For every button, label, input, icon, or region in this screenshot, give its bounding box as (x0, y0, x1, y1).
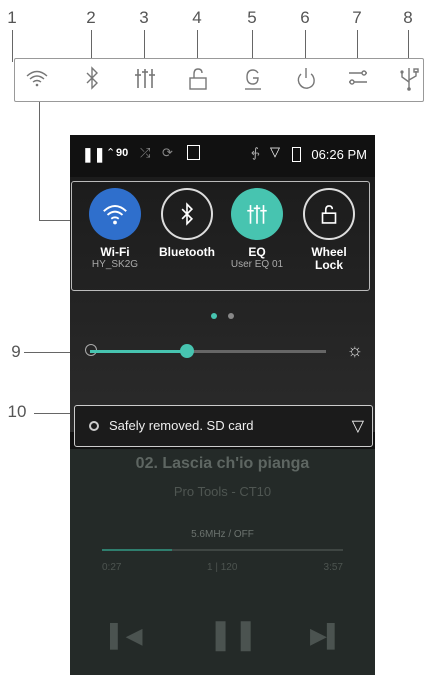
pause-indicator-icon: ❚❚ (82, 146, 106, 162)
quick-setting-label: Bluetooth (159, 245, 215, 259)
quick-setting-bluetooth[interactable]: Bluetooth (157, 188, 217, 259)
eq-icon (129, 62, 161, 94)
notification-text: Safely removed. SD card (109, 418, 254, 433)
wheel-lock-icon (182, 62, 214, 94)
brightness-slider-knob[interactable] (179, 344, 194, 358)
quick-setting-eq[interactable]: EQ User EQ 01 (227, 188, 287, 271)
track-counter: 1 | 120 (207, 562, 238, 573)
track-title: 02. Lascia ch'io pianga (135, 455, 310, 472)
leader-line (39, 100, 40, 220)
total-time: 3:57 (323, 562, 343, 573)
playback-progress-fill (102, 549, 172, 551)
previous-track-icon[interactable]: ▌◀ (110, 623, 143, 649)
device-screen: ❚❚ ⌃ 90 ⤮ ⟳ ⨗ ▽ 06:26 PM Wi-Fi HY_SK2G B… (70, 135, 375, 675)
quick-setting-wheel-lock[interactable]: Wheel Lock (299, 188, 359, 272)
callout-number-7: 7 (352, 8, 362, 27)
usb-icon (393, 62, 425, 94)
sd-card-icon (187, 145, 200, 160)
next-track-icon[interactable]: ▶▌ (310, 623, 343, 649)
wifi-icon (21, 62, 53, 94)
brightness-slider-fill (90, 350, 187, 353)
quick-setting-label: EQ (248, 245, 266, 259)
wifi-status-icon: ▽ (270, 144, 280, 159)
eq-toggle-icon (231, 188, 283, 240)
repeat-icon: ⟳ (162, 145, 173, 160)
bluetooth-status-icon: ⨗ (252, 145, 259, 160)
bluetooth-icon (76, 62, 108, 94)
quick-setting-sublabel: User EQ 01 (230, 259, 284, 270)
callout-number-6: 6 (300, 8, 310, 27)
bluetooth-toggle-icon (161, 188, 213, 240)
music-player: 02. Lascia ch'io pianga Pro Tools - CT10… (70, 449, 375, 675)
callout-number-5: 5 (247, 8, 257, 27)
pause-icon[interactable]: ❚❚ (208, 617, 258, 652)
wifi-toggle-icon (89, 188, 141, 240)
callout-number-10: 10 (7, 402, 27, 421)
gain-icon (237, 62, 269, 94)
track-artist: Pro Tools - CT10 (173, 484, 272, 499)
volume-level: 90 (116, 147, 129, 159)
callout-number-1: 1 (7, 8, 17, 27)
leader-line (12, 30, 13, 62)
quick-setting-sublabel: HY_SK2G (91, 259, 139, 270)
expand-icon[interactable]: ▽ (352, 416, 364, 436)
notification-dot-icon (89, 421, 99, 431)
callout-number-2: 2 (86, 8, 96, 27)
quick-setting-label: Wi-Fi (100, 245, 130, 259)
power-icon (290, 62, 322, 94)
page-indicator (228, 313, 234, 319)
shuffle-icon: ⤮ (140, 145, 151, 160)
playback-progress-bar[interactable] (102, 549, 343, 551)
clock: 06:26 PM (311, 147, 367, 162)
brightness-slider[interactable] (90, 350, 326, 353)
settings-icon (342, 62, 374, 94)
quick-setting-wifi[interactable]: Wi-Fi HY_SK2G (85, 188, 145, 271)
callout-number-3: 3 (139, 8, 149, 27)
elapsed-time: 0:27 (102, 562, 122, 573)
page-indicator-active (211, 313, 217, 319)
volume-icon: ⌃ (106, 147, 116, 159)
sd-card-notification[interactable]: Safely removed. SD card ▽ (74, 405, 373, 447)
callout-number-9: 9 (11, 342, 21, 361)
callout-number-4: 4 (192, 8, 202, 27)
quick-setting-label: Wheel Lock (311, 245, 347, 272)
audio-format: 5.6MHz / OFF (191, 529, 254, 540)
brightness-max-icon: ☼ (346, 340, 364, 360)
lock-toggle-icon (303, 188, 355, 240)
status-bar: ❚❚ ⌃ 90 ⤮ ⟳ ⨗ ▽ 06:26 PM (70, 135, 375, 175)
callout-number-8: 8 (403, 8, 413, 27)
battery-icon (292, 147, 301, 162)
